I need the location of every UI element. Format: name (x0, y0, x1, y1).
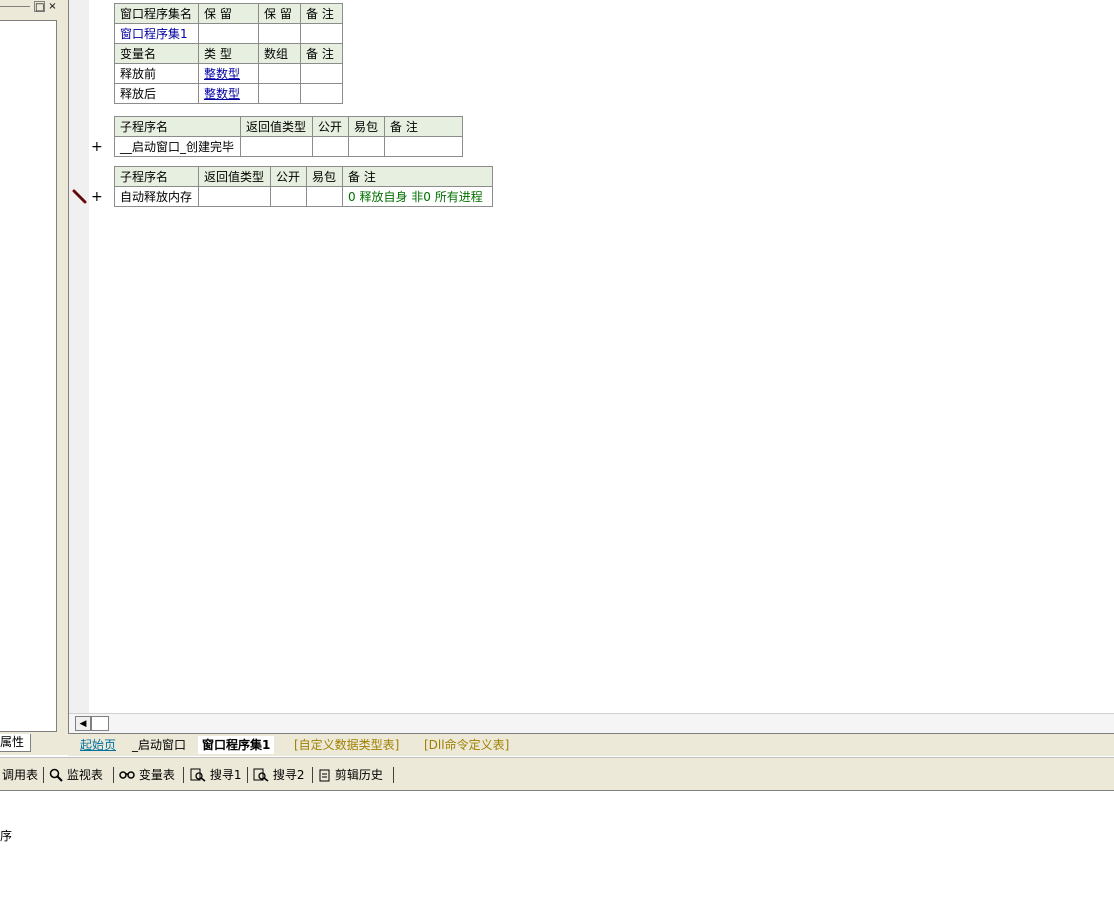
assembly-name-cell[interactable]: 窗口程序集1 (114, 23, 199, 44)
left-panel: □ × 属性 (0, 0, 68, 755)
clip-history-button[interactable]: 剪辑历史 (319, 766, 383, 784)
edit-pen-icon (72, 189, 87, 204)
subroutine-name-cell[interactable]: 自动释放内存 (114, 186, 199, 207)
header-cell: 公开 (270, 166, 307, 187)
table-cell[interactable] (306, 186, 343, 207)
header-cell: 返回值类型 (240, 116, 313, 137)
table-row: __启动窗口_创建完毕 (114, 136, 463, 157)
header-cell: 子程序名 (114, 166, 199, 187)
subroutine-table: 子程序名 返回值类型 公开 易包 备 注 自动释放内存 0 释放自身 非0 所有… (114, 166, 493, 207)
header-cell: 易包 (306, 166, 343, 187)
header-cell: 类 型 (198, 43, 259, 64)
code-editor[interactable]: 窗口程序集名 保 留 保 留 备 注 窗口程序集1 变量名 类 型 数组 备 注… (68, 0, 1114, 734)
header-cell: 易包 (348, 116, 385, 137)
table-row: 变量名 类 型 数组 备 注 (114, 43, 343, 64)
variable-type-cell[interactable]: 整数型 (198, 83, 259, 104)
comment-cell[interactable]: 0 释放自身 非0 所有进程 (342, 186, 493, 207)
subroutine-name-cell[interactable]: __启动窗口_创建完毕 (114, 136, 241, 157)
table-row: 自动释放内存 0 释放自身 非0 所有进程 (114, 186, 493, 207)
close-icon[interactable]: × (47, 1, 58, 12)
clipboard-icon (319, 769, 330, 782)
header-cell: 保 留 (258, 3, 301, 24)
tab-dll-commands[interactable]: [Dll命令定义表] (420, 736, 513, 754)
toolbar-separator (113, 767, 114, 783)
variable-table-button[interactable]: 变量表 (119, 766, 175, 784)
variable-name-cell[interactable]: 释放前 (114, 63, 199, 84)
header-cell: 公开 (312, 116, 349, 137)
table-cell[interactable] (300, 83, 343, 104)
bottom-toolbar: 调用表 监视表 变量表 搜寻1 搜寻2 剪辑历史 (0, 757, 1114, 792)
expand-icon[interactable]: + (91, 140, 103, 154)
toolbar-separator (183, 767, 184, 783)
toolbar-separator (247, 767, 248, 783)
search1-button[interactable]: 搜寻1 (190, 766, 241, 784)
table-cell[interactable] (312, 136, 349, 157)
table-row: 子程序名 返回值类型 公开 易包 备 注 (114, 116, 463, 137)
output-line: 序 (0, 829, 13, 843)
binoculars-icon (119, 771, 135, 779)
table-cell[interactable] (198, 23, 259, 44)
table-row: 释放后 整数型 (114, 83, 343, 104)
table-cell[interactable] (258, 63, 301, 84)
horizontal-scrollbar[interactable]: ◀ (69, 713, 1114, 734)
header-cell: 数组 (258, 43, 301, 64)
tab-custom-datatype[interactable]: [自定义数据类型表] (290, 736, 403, 754)
table-cell[interactable] (270, 186, 307, 207)
variable-type-cell[interactable]: 整数型 (198, 63, 259, 84)
search2-button[interactable]: 搜寻2 (253, 766, 304, 784)
tab-window-assembly[interactable]: 窗口程序集1 (198, 736, 275, 754)
restore-icon[interactable]: □ (34, 1, 45, 13)
table-cell[interactable] (258, 83, 301, 104)
toolbar-separator (312, 767, 313, 783)
editor-gutter (69, 0, 89, 713)
toolbar-separator (393, 767, 394, 783)
table-cell[interactable] (348, 136, 385, 157)
toolbar-separator (43, 767, 44, 783)
panel-titlebar: □ × (0, 0, 62, 14)
tab-properties[interactable]: 属性 (0, 734, 31, 752)
assembly-table: 窗口程序集名 保 留 保 留 备 注 窗口程序集1 变量名 类 型 数组 备 注… (114, 3, 343, 104)
output-pane[interactable]: 序 (0, 791, 1114, 915)
tab-start-page[interactable]: 起始页 (76, 736, 120, 754)
variable-name-cell[interactable]: 释放后 (114, 83, 199, 104)
table-cell[interactable] (258, 23, 301, 44)
watch-table-button[interactable]: 监视表 (49, 766, 103, 784)
header-cell: 返回值类型 (198, 166, 271, 187)
expand-icon[interactable]: + (91, 190, 103, 204)
panel-grip[interactable] (0, 6, 30, 7)
subroutine-table: 子程序名 返回值类型 公开 易包 备 注 __启动窗口_创建完毕 (114, 116, 463, 157)
magnifier-icon (49, 768, 63, 782)
header-cell: 窗口程序集名 (114, 3, 199, 24)
table-row: 释放前 整数型 (114, 63, 343, 84)
document-tabbar: 起始页 _启动窗口 窗口程序集1 [自定义数据类型表] [Dll命令定义表] (68, 733, 1114, 756)
table-row: 窗口程序集1 (114, 23, 343, 44)
scroll-left-icon[interactable]: ◀ (75, 716, 91, 731)
header-cell: 变量名 (114, 43, 199, 64)
table-cell[interactable] (198, 186, 271, 207)
table-cell[interactable] (384, 136, 463, 157)
project-tree[interactable] (0, 20, 57, 732)
search-list-icon (190, 768, 206, 782)
header-cell: 保 留 (198, 3, 259, 24)
header-cell: 子程序名 (114, 116, 241, 137)
header-cell: 备 注 (384, 116, 463, 137)
tab-startup-window[interactable]: _启动窗口 (128, 736, 190, 754)
table-row: 子程序名 返回值类型 公开 易包 备 注 (114, 166, 493, 187)
table-cell[interactable] (300, 23, 343, 44)
call-table-button[interactable]: 调用表 (2, 766, 38, 784)
header-cell: 备 注 (300, 43, 343, 64)
table-row: 窗口程序集名 保 留 保 留 备 注 (114, 3, 343, 24)
header-cell: 备 注 (300, 3, 343, 24)
table-cell[interactable] (300, 63, 343, 84)
search-list-icon (253, 768, 269, 782)
scroll-thumb[interactable] (91, 716, 109, 731)
table-cell[interactable] (240, 136, 313, 157)
header-cell: 备 注 (342, 166, 493, 187)
